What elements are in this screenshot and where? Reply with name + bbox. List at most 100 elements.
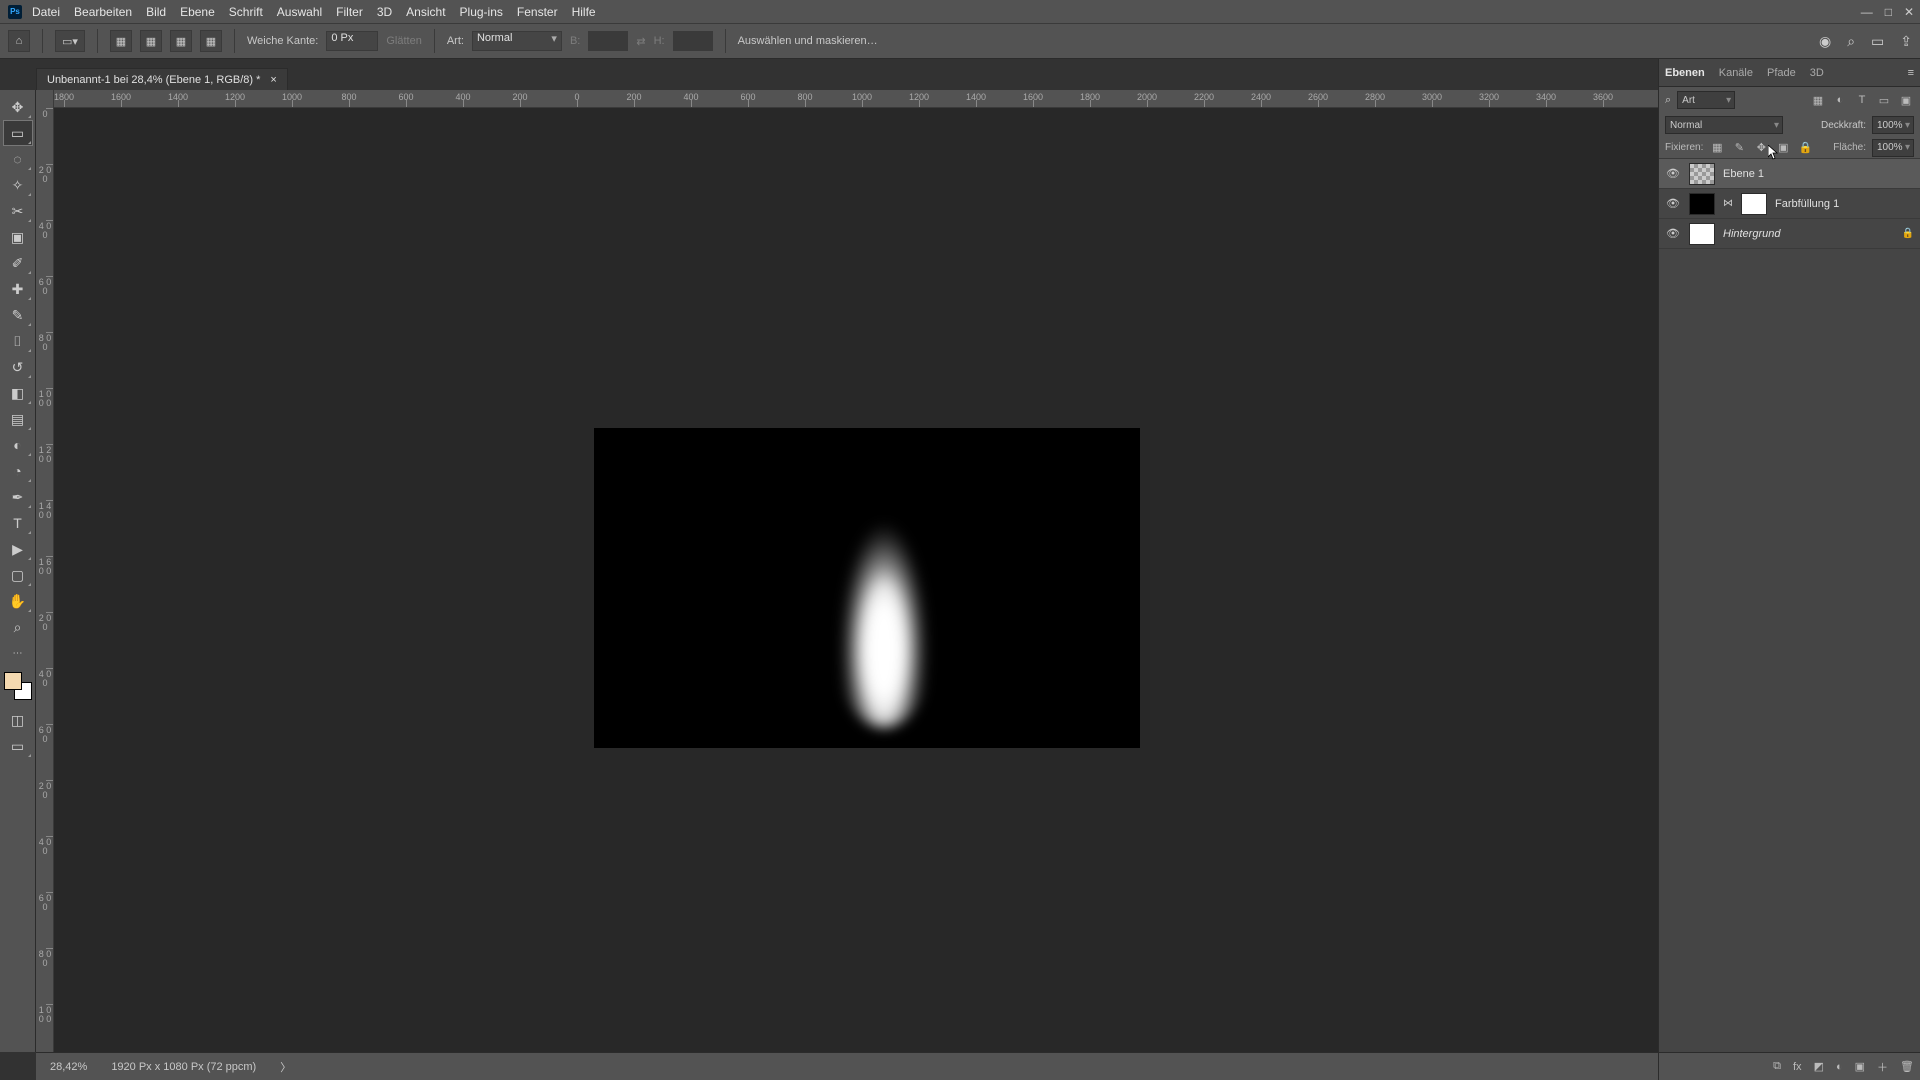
visibility-toggle[interactable]: 👁 bbox=[1665, 167, 1681, 180]
wand-tool[interactable]: ✧ bbox=[4, 173, 32, 197]
menu-auswahl[interactable]: Auswahl bbox=[277, 5, 322, 19]
menu-fenster[interactable]: Fenster bbox=[517, 5, 558, 19]
pen-tool[interactable]: ✒ bbox=[4, 485, 32, 509]
layer-row[interactable]: 👁 Hintergrund 🔒 bbox=[1659, 219, 1920, 249]
visibility-toggle[interactable]: 👁 bbox=[1665, 197, 1681, 210]
lock-pixels-icon[interactable]: ▦ bbox=[1709, 140, 1725, 156]
add-selection-button[interactable]: ▦ bbox=[140, 30, 162, 52]
home-button[interactable]: ⌂ bbox=[8, 30, 30, 52]
menu-bearbeiten[interactable]: Bearbeiten bbox=[74, 5, 132, 19]
group-button[interactable]: ▣ bbox=[1855, 1060, 1865, 1073]
style-select[interactable]: Normal bbox=[472, 31, 562, 51]
filter-smart-icon[interactable]: ▣ bbox=[1898, 92, 1914, 108]
menu-bild[interactable]: Bild bbox=[146, 5, 166, 19]
link-icon[interactable]: ⋈ bbox=[1723, 198, 1733, 209]
lock-artboard-icon[interactable]: ▣ bbox=[1775, 140, 1791, 156]
status-arrow-icon[interactable]: 〉 bbox=[280, 1059, 291, 1075]
screenmode-button[interactable]: ▭ bbox=[4, 734, 32, 758]
search-icon[interactable]: ⌕ bbox=[1847, 33, 1855, 50]
lock-position-icon[interactable]: ✥ bbox=[1753, 140, 1769, 156]
cloud-docs-icon[interactable]: ◉ bbox=[1819, 33, 1831, 50]
panel-menu-icon[interactable]: ≡ bbox=[1908, 67, 1914, 79]
vertical-ruler[interactable]: 02 0 04 0 06 0 08 0 01 0 0 01 2 0 01 4 0… bbox=[36, 90, 54, 1052]
zoom-tool[interactable]: ⌕ bbox=[4, 615, 32, 639]
new-selection-button[interactable]: ▦ bbox=[110, 30, 132, 52]
mask-thumbnail[interactable] bbox=[1741, 193, 1767, 215]
tab-ebenen[interactable]: Ebenen bbox=[1665, 67, 1705, 79]
lock-all-icon[interactable]: 🔒 bbox=[1797, 140, 1813, 156]
minimize-button[interactable]: — bbox=[1861, 5, 1873, 19]
menu-filter[interactable]: Filter bbox=[336, 5, 363, 19]
opacity-input[interactable]: 100% bbox=[1872, 116, 1914, 134]
menu-hilfe[interactable]: Hilfe bbox=[572, 5, 596, 19]
blur-tool[interactable]: ◐ bbox=[4, 433, 32, 457]
eyedropper-tool[interactable]: ✐ bbox=[4, 251, 32, 275]
healing-tool[interactable]: ✚ bbox=[4, 277, 32, 301]
intersect-selection-button[interactable]: ▦ bbox=[200, 30, 222, 52]
layer-thumbnail[interactable] bbox=[1689, 163, 1715, 185]
delete-layer-button[interactable]: 🗑 bbox=[1900, 1060, 1914, 1073]
document-tab-close[interactable]: × bbox=[270, 74, 276, 86]
lock-brush-icon[interactable]: ✎ bbox=[1731, 140, 1747, 156]
menu-schrift[interactable]: Schrift bbox=[229, 5, 263, 19]
subtract-selection-button[interactable]: ▦ bbox=[170, 30, 192, 52]
select-and-mask-button[interactable]: Auswählen und maskieren… bbox=[738, 35, 878, 47]
hand-tool[interactable]: ✋ bbox=[4, 589, 32, 613]
tab-kanale[interactable]: Kanäle bbox=[1719, 67, 1753, 79]
blend-mode-select[interactable]: Normal bbox=[1665, 116, 1783, 134]
layer-thumbnail[interactable] bbox=[1689, 193, 1715, 215]
filter-type-select[interactable]: Art bbox=[1677, 91, 1735, 109]
menu-ebene[interactable]: Ebene bbox=[180, 5, 215, 19]
arrange-icon[interactable]: ▭ bbox=[1871, 33, 1884, 50]
layer-name[interactable]: Ebene 1 bbox=[1723, 168, 1764, 180]
document-tab[interactable]: Unbenannt-1 bei 28,4% (Ebene 1, RGB/8) *… bbox=[36, 68, 288, 90]
gradient-tool[interactable]: ▤ bbox=[4, 407, 32, 431]
menu-ansicht[interactable]: Ansicht bbox=[406, 5, 445, 19]
type-tool[interactable]: T bbox=[4, 511, 32, 535]
fill-input[interactable]: 100% bbox=[1872, 139, 1914, 157]
quickmask-button[interactable]: ◫ bbox=[4, 708, 32, 732]
stamp-tool[interactable]: ⌷ bbox=[4, 329, 32, 353]
filter-adjust-icon[interactable]: ◐ bbox=[1832, 92, 1848, 108]
fx-button[interactable]: fx bbox=[1793, 1061, 1802, 1073]
color-swatches[interactable] bbox=[4, 672, 32, 700]
filter-type-icon[interactable]: T bbox=[1854, 92, 1870, 108]
layer-name[interactable]: Hintergrund bbox=[1723, 228, 1780, 240]
brush-tool[interactable]: ✎ bbox=[4, 303, 32, 327]
mask-button[interactable]: ◩ bbox=[1814, 1060, 1824, 1073]
close-button[interactable]: ✕ bbox=[1904, 5, 1914, 19]
layer-row[interactable]: 👁 Ebene 1 bbox=[1659, 159, 1920, 189]
frame-tool[interactable]: ▣ bbox=[4, 225, 32, 249]
tab-3d[interactable]: 3D bbox=[1810, 67, 1824, 79]
lasso-tool[interactable]: ◌ bbox=[4, 147, 32, 171]
menu-datei[interactable]: Datei bbox=[32, 5, 60, 19]
layer-row[interactable]: 👁 ⋈ Farbfüllung 1 bbox=[1659, 189, 1920, 219]
doc-info-readout[interactable]: 1920 Px x 1080 Px (72 ppcm) bbox=[111, 1061, 256, 1073]
crop-tool[interactable]: ✂ bbox=[4, 199, 32, 223]
path-select-tool[interactable]: ▶ bbox=[4, 537, 32, 561]
filter-image-icon[interactable]: ▦ bbox=[1810, 92, 1826, 108]
tool-preset-button[interactable]: ▭▾ bbox=[55, 30, 85, 52]
filter-shape-icon[interactable]: ▭ bbox=[1876, 92, 1892, 108]
history-brush-tool[interactable]: ↺ bbox=[4, 355, 32, 379]
eraser-tool[interactable]: ◧ bbox=[4, 381, 32, 405]
share-icon[interactable]: ⇪ bbox=[1900, 33, 1912, 50]
menu-plugins[interactable]: Plug-ins bbox=[460, 5, 503, 19]
dodge-tool[interactable]: ◔ bbox=[4, 459, 32, 483]
layer-name[interactable]: Farbfüllung 1 bbox=[1775, 198, 1839, 210]
menu-3d[interactable]: 3D bbox=[377, 5, 392, 19]
feather-input[interactable]: 0 Px bbox=[326, 31, 378, 51]
tab-pfade[interactable]: Pfade bbox=[1767, 67, 1796, 79]
move-tool[interactable]: ✥ bbox=[4, 95, 32, 119]
marquee-tool[interactable]: ▭ bbox=[4, 121, 32, 145]
viewport[interactable] bbox=[54, 108, 1658, 1052]
document-canvas[interactable] bbox=[594, 428, 1140, 748]
horizontal-ruler[interactable]: 1800160014001200100080060040020002004006… bbox=[54, 90, 1658, 108]
new-layer-button[interactable]: ＋ bbox=[1877, 1059, 1888, 1075]
link-layers-button[interactable]: ⧉ bbox=[1773, 1060, 1781, 1073]
visibility-toggle[interactable]: 👁 bbox=[1665, 227, 1681, 240]
edit-toolbar-button[interactable]: ⋯ bbox=[4, 641, 32, 665]
zoom-readout[interactable]: 28,42% bbox=[50, 1061, 87, 1073]
adjustment-button[interactable]: ◐ bbox=[1836, 1061, 1843, 1073]
maximize-button[interactable]: □ bbox=[1885, 5, 1892, 19]
